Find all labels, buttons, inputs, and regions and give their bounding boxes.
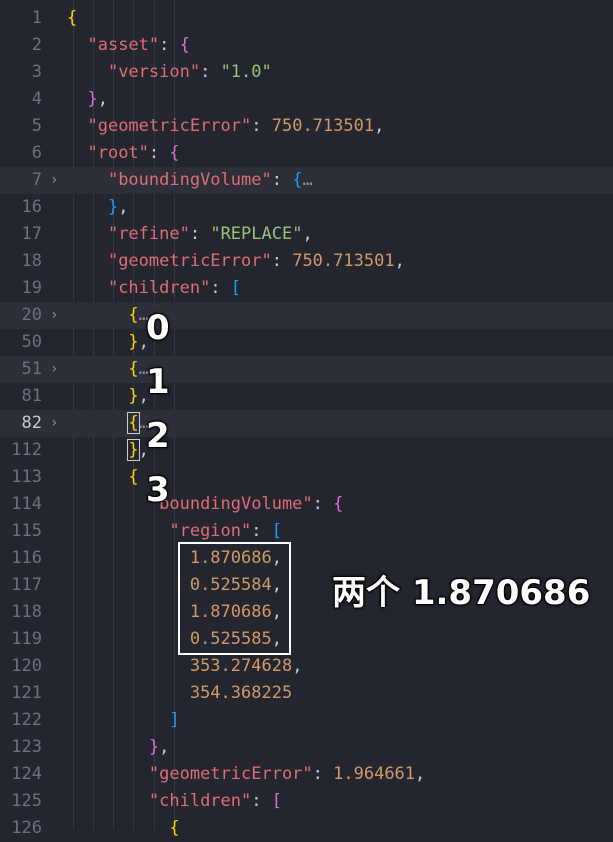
- code-line[interactable]: 126 {: [0, 815, 613, 842]
- line-number: 113: [11, 467, 42, 487]
- code-line[interactable]: 18 "geometricError": 750.713501,: [0, 248, 613, 275]
- fold-chevron-icon[interactable]: ›: [50, 356, 64, 383]
- line-number: 5: [31, 116, 42, 136]
- region-annotation: 两个 1.870686: [331, 572, 591, 614]
- code-line[interactable]: 16 },: [0, 194, 613, 221]
- code-line[interactable]: 51 › {…: [0, 356, 613, 383]
- code-text: {: [128, 467, 139, 487]
- line-number: 16: [21, 197, 42, 217]
- child-index-label: 0: [145, 307, 171, 349]
- region-highlight-box: [178, 542, 291, 655]
- code-line[interactable]: 2 "asset": {: [0, 32, 613, 59]
- code-text: "boundingVolume": {: [148, 494, 344, 514]
- line-number: 117: [11, 575, 42, 595]
- line-number: 18: [21, 251, 42, 271]
- line-number: 112: [11, 440, 42, 460]
- code-line[interactable]: 19 "children": [: [0, 275, 613, 302]
- code-line[interactable]: 114 "boundingVolume": {: [0, 491, 613, 518]
- code-line[interactable]: 7 › "boundingVolume": {…: [0, 167, 613, 194]
- code-line[interactable]: 4 },: [0, 86, 613, 113]
- line-number: 118: [11, 602, 42, 622]
- code-text: "region": [: [169, 521, 282, 541]
- line-number: 121: [11, 683, 42, 703]
- code-line[interactable]: 50 },: [0, 329, 613, 356]
- line-number: 20: [21, 305, 42, 325]
- code-line[interactable]: 119 0.525585,: [0, 626, 613, 653]
- code-line[interactable]: 5 "geometricError": 750.713501,: [0, 113, 613, 140]
- code-text: ]: [169, 710, 180, 730]
- line-number: 126: [11, 818, 42, 838]
- code-text: "asset": {: [87, 35, 190, 55]
- code-line[interactable]: 3 "version": "1.0": [0, 59, 613, 86]
- line-number: 4: [31, 89, 42, 109]
- code-line[interactable]: 82 › {…: [0, 410, 613, 437]
- fold-chevron-icon[interactable]: ›: [50, 167, 64, 194]
- code-text: "children": [: [107, 278, 242, 298]
- line-number: 3: [31, 62, 42, 82]
- line-number: 114: [11, 494, 42, 514]
- code-text: },: [148, 737, 170, 757]
- code-text: },: [107, 197, 129, 217]
- line-number: 116: [11, 548, 42, 568]
- line-number: 17: [21, 224, 42, 244]
- code-text: {…: [128, 305, 149, 325]
- code-line[interactable]: 122 ]: [0, 707, 613, 734]
- line-number: 6: [31, 143, 42, 163]
- code-text: "root": {: [87, 143, 180, 163]
- line-number: 50: [21, 332, 42, 352]
- line-number: 123: [11, 737, 42, 757]
- line-number: 115: [11, 521, 42, 541]
- code-line[interactable]: 121 354.368225: [0, 680, 613, 707]
- code-text: 354.368225: [189, 683, 293, 703]
- code-text: {…: [127, 412, 149, 434]
- line-number: 19: [21, 278, 42, 298]
- line-number: 119: [11, 629, 42, 649]
- code-line[interactable]: 123 },: [0, 734, 613, 761]
- code-line[interactable]: 124 "geometricError": 1.964661,: [0, 761, 613, 788]
- code-text: },: [127, 439, 149, 461]
- code-text: 353.274628,: [189, 656, 303, 676]
- line-number: 125: [11, 791, 42, 811]
- code-text: "geometricError": 750.713501,: [107, 251, 405, 271]
- code-text: "geometricError": 1.964661,: [148, 764, 426, 784]
- line-number: 1: [31, 8, 42, 28]
- line-number: 81: [21, 386, 42, 406]
- code-text: {: [169, 818, 180, 838]
- fold-chevron-icon[interactable]: ›: [50, 302, 64, 329]
- code-line[interactable]: 20 › {…: [0, 302, 613, 329]
- line-number: 82: [21, 413, 42, 433]
- code-text: "geometricError": 750.713501,: [87, 116, 385, 136]
- line-number: 51: [21, 359, 42, 379]
- child-index-label: 1: [145, 361, 171, 403]
- code-line[interactable]: 112 },: [0, 437, 613, 464]
- code-line[interactable]: 115 "region": [: [0, 518, 613, 545]
- code-text: },: [87, 89, 108, 109]
- code-line[interactable]: 1{: [0, 5, 613, 32]
- code-text: "version": "1.0": [107, 62, 272, 82]
- code-line[interactable]: 17 "refine": "REPLACE",: [0, 221, 613, 248]
- code-text: {…: [128, 359, 149, 379]
- code-text: },: [128, 386, 149, 406]
- code-text: },: [128, 332, 149, 352]
- code-line[interactable]: 81 },: [0, 383, 613, 410]
- code-text: "refine": "REPLACE",: [107, 224, 313, 244]
- code-text: "boundingVolume": {…: [107, 170, 313, 190]
- line-number: 122: [11, 710, 42, 730]
- code-editor[interactable]: 1{2 "asset": {3 "version": "1.0" 4 }, 5 "g…: [0, 0, 613, 838]
- code-text: "children": [: [148, 791, 282, 811]
- child-index-label: 2: [145, 415, 171, 457]
- line-number: 2: [31, 35, 42, 55]
- line-number: 124: [11, 764, 42, 784]
- code-text: {: [67, 8, 78, 28]
- code-line[interactable]: 120 353.274628,: [0, 653, 613, 680]
- line-number: 120: [11, 656, 42, 676]
- line-number: 7: [31, 170, 42, 190]
- fold-chevron-icon[interactable]: ›: [50, 410, 64, 437]
- child-index-label: 3: [145, 469, 171, 511]
- code-line[interactable]: 125 "children": [: [0, 788, 613, 815]
- code-line[interactable]: 6 "root": {: [0, 140, 613, 167]
- code-line[interactable]: 113 {: [0, 464, 613, 491]
